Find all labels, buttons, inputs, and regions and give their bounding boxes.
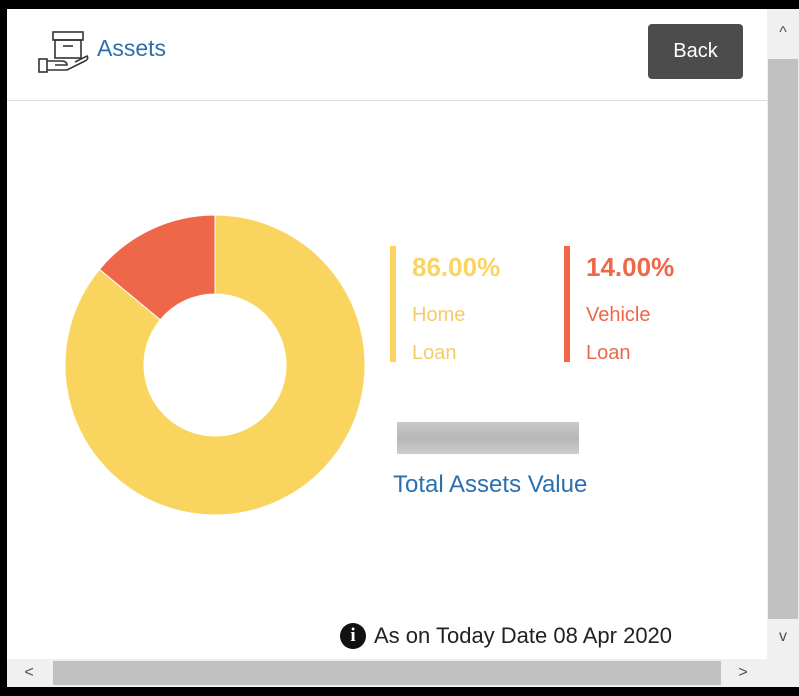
scroll-right-arrow[interactable]: >: [729, 659, 757, 687]
widget-header: Assets Back: [7, 9, 767, 101]
legend-percent: 14.00%: [586, 252, 675, 282]
horizontal-scroll-thumb[interactable]: [53, 661, 721, 685]
scroll-left-arrow[interactable]: <: [15, 659, 43, 687]
scroll-down-arrow[interactable]: v: [769, 623, 797, 651]
legend-label-line: Loan: [586, 342, 631, 364]
vertical-scroll-thumb[interactable]: [768, 59, 798, 619]
info-icon: i: [340, 623, 366, 649]
legend-label-line: Home: [412, 304, 466, 326]
assets-donut-chart: [65, 215, 365, 515]
as-on-date-text: As on Today Date 08 Apr 2020: [374, 623, 673, 648]
legend-percent: 86.00%: [412, 252, 501, 282]
legend-label: Home Loan: [412, 296, 522, 372]
scrollbar-corner: [767, 659, 799, 687]
page-title: Assets: [97, 35, 167, 61]
legend-label-line: Vehicle: [586, 304, 651, 326]
total-assets-label: Total Assets Value: [393, 471, 588, 498]
legend-color-bar: [390, 246, 396, 362]
masked-total-value: [397, 422, 579, 454]
hand-holding-box-icon: [38, 31, 89, 73]
legend-label: Vehicle Loan: [586, 296, 696, 372]
legend-color-bar: [564, 246, 570, 362]
as-on-date-note: i As on Today Date 08 Apr 2020: [340, 621, 672, 651]
assets-widget: Assets Back 86.00% Home Loan 14.00% Vehi…: [7, 9, 799, 687]
vertical-scrollbar[interactable]: ^ v: [767, 9, 799, 659]
horizontal-scrollbar[interactable]: < >: [7, 659, 767, 687]
back-button[interactable]: Back: [648, 24, 743, 79]
scroll-up-arrow[interactable]: ^: [769, 19, 797, 47]
legend-label-line: Loan: [412, 342, 457, 364]
